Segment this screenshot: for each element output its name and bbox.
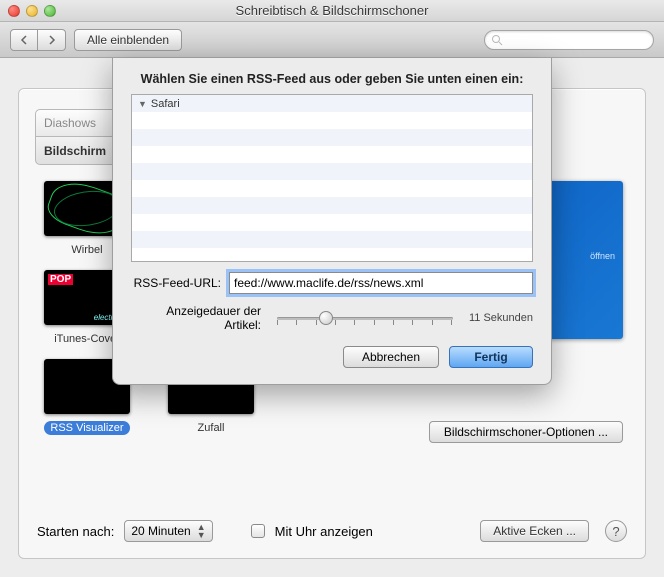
feed-list[interactable]: ▼ Safari	[131, 94, 533, 262]
preview-badge: öffnen	[590, 251, 615, 261]
select-value: 20 Minuten	[131, 524, 190, 538]
show-clock-checkbox[interactable]	[251, 524, 265, 538]
thumbnail-label: Wirbel	[65, 243, 108, 257]
help-button[interactable]: ?	[605, 520, 627, 542]
hot-corners-button[interactable]: Aktive Ecken ...	[480, 520, 589, 542]
back-button[interactable]	[10, 29, 38, 51]
thumbnail-label: RSS Visualizer	[44, 421, 129, 435]
screensaver-options-button[interactable]: Bildschirmschoner-Optionen ...	[429, 421, 623, 443]
search-input[interactable]	[484, 30, 654, 50]
forward-button[interactable]	[38, 29, 66, 51]
start-after-label: Starten nach:	[37, 524, 114, 539]
thumbnail-label: Zufall	[192, 421, 231, 435]
url-label: RSS-Feed-URL:	[131, 276, 221, 290]
done-button[interactable]: Fertig	[449, 346, 533, 368]
list-group-safari[interactable]: ▼ Safari	[132, 95, 532, 112]
rss-url-input[interactable]	[229, 272, 533, 294]
cancel-button[interactable]: Abbrechen	[343, 346, 439, 368]
duration-value: 11 Sekunden	[469, 312, 533, 324]
stepper-arrows-icon: ▲▼	[197, 523, 206, 539]
rss-feed-sheet: Wählen Sie einen RSS-Feed aus oder geben…	[112, 58, 552, 385]
chevron-left-icon	[20, 35, 28, 45]
question-mark-icon: ?	[612, 524, 619, 539]
show-clock-label: Mit Uhr anzeigen	[275, 524, 373, 539]
list-group-label: Safari	[151, 98, 180, 110]
duration-label: Anzeigedauer der Artikel:	[131, 304, 261, 332]
disclosure-triangle-icon[interactable]: ▼	[138, 99, 147, 109]
window-title: Schreibtisch & Bildschirmschoner	[0, 3, 664, 18]
duration-slider[interactable]	[277, 308, 453, 328]
slider-knob[interactable]	[319, 311, 333, 325]
search-icon	[491, 34, 503, 46]
start-after-select[interactable]: 20 Minuten ▲▼	[124, 520, 212, 542]
chevron-right-icon	[48, 35, 56, 45]
sheet-title: Wählen Sie einen RSS-Feed aus oder geben…	[131, 72, 533, 86]
show-all-button[interactable]: Alle einblenden	[74, 29, 182, 51]
